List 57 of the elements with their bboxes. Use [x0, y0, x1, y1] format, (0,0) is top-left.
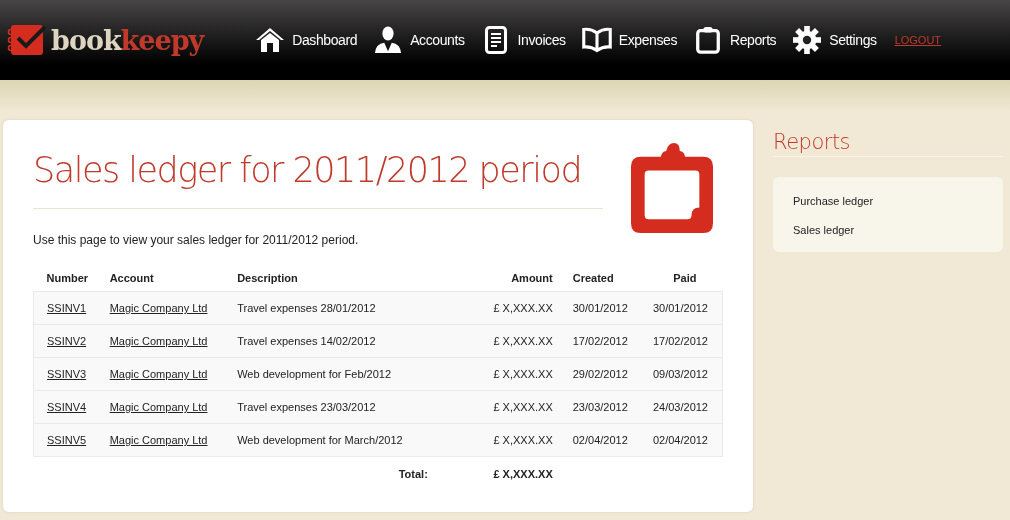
table-cell: 29/02/2012 [572, 368, 628, 380]
account-link[interactable]: Magic Company Ltd [109, 368, 208, 380]
invoice-link[interactable]: SSINV1 [47, 302, 87, 314]
sidebar-link[interactable]: Purchase ledger [793, 195, 983, 207]
invoice-link[interactable]: SSINV5 [47, 434, 87, 446]
page-title: Sales ledger for 2011/2012 period [33, 150, 583, 190]
table-cell: £ X,XXX.XX [493, 368, 553, 380]
nav-link[interactable]: Expenses [581, 26, 677, 54]
nav-link[interactable]: Accounts [373, 26, 465, 54]
intro-text: Use this page to view your sales ledger for 2011/2012 period. [33, 233, 360, 247]
table-cell: 24/03/2012 [652, 401, 708, 413]
sidebar-link[interactable]: Sales ledger [793, 224, 983, 236]
account-link[interactable]: Magic Company Ltd [109, 401, 208, 413]
person-icon [373, 26, 404, 54]
table-cell: 30/01/2012 [572, 302, 628, 314]
account-link[interactable]: Magic Company Ltd [109, 434, 208, 446]
settings-icon [792, 26, 823, 54]
total-label: Total: [398, 467, 428, 480]
column-header: Description [237, 272, 298, 284]
nav-link[interactable]: Dashboard [255, 26, 358, 54]
account-link[interactable]: Magic Company Ltd [109, 335, 208, 347]
table-cell: 17/02/2012 [572, 335, 628, 347]
logo-icon [7, 23, 47, 57]
table-cell: Web development for Feb/2012 [237, 368, 392, 380]
column-header: Created [572, 272, 614, 284]
account-link[interactable]: Magic Company Ltd [109, 302, 208, 314]
nav-link[interactable]: Invoices [480, 26, 566, 54]
table-cell: Web development for March/2012 [237, 434, 403, 446]
table-cell: Travel expenses 28/01/2012 [237, 302, 376, 314]
house-icon [255, 26, 286, 54]
clipboard-icon [631, 142, 713, 234]
total-amount: £ X,XXX.XX [493, 467, 553, 480]
column-header: Account [109, 272, 154, 284]
open-book-icon [581, 26, 612, 54]
column-header: Amount [511, 272, 553, 284]
table-cell: 02/04/2012 [572, 434, 628, 446]
table-cell: £ X,XXX.XX [493, 302, 553, 314]
table-cell: 17/02/2012 [652, 335, 708, 347]
table-cell: £ X,XXX.XX [493, 335, 553, 347]
table-cell: £ X,XXX.XX [493, 401, 553, 413]
table-cell: £ X,XXX.XX [493, 434, 553, 446]
table-cell: Travel expenses 23/03/2012 [237, 401, 376, 413]
logo-text: bookkeepy [51, 24, 204, 56]
table-cell: 30/01/2012 [652, 302, 708, 314]
invoice-link[interactable]: SSINV3 [47, 368, 87, 380]
column-header: Paid [673, 272, 697, 284]
nav-link[interactable]: Settings [792, 26, 877, 54]
table-cell: 09/03/2012 [652, 368, 708, 380]
column-header: Number [46, 272, 89, 284]
sidebar-title: Reports [773, 130, 1003, 157]
table-cell: Travel expenses 14/02/2012 [237, 335, 376, 347]
invoice-link[interactable]: SSINV2 [47, 335, 87, 347]
table-cell: 23/03/2012 [572, 401, 628, 413]
clipboard-icon [693, 26, 723, 54]
nav-link[interactable]: Reports [693, 26, 777, 54]
invoice-link[interactable]: SSINV4 [47, 401, 87, 413]
table-cell: 02/04/2012 [652, 434, 708, 446]
